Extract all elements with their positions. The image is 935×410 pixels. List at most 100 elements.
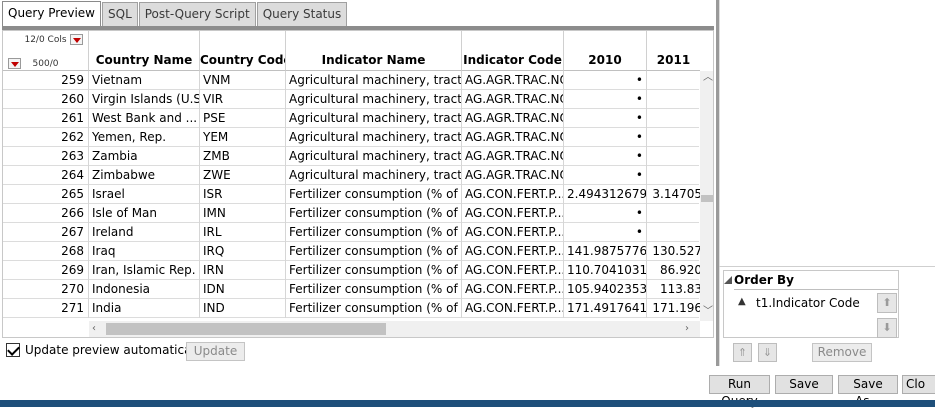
tab-sql[interactable]: SQL [102,2,138,26]
ascending-sort-icon[interactable]: ▲ [738,296,746,307]
row-number: 268 [3,242,89,261]
order-by-item[interactable]: t1.Indicator Code [756,296,860,310]
row-number: 265 [3,185,89,204]
scroll-right-icon[interactable]: › [685,324,689,334]
column-header-2011[interactable]: 2011 [647,31,700,71]
rows-count-label: 500/0 [32,59,59,67]
tab-bar: Query Preview SQL Post-Query Script Quer… [2,1,348,27]
country-code-cell: IRL [200,223,286,242]
table-row[interactable]: 266 Isle of Man IMN Fertilizer consumption … [3,204,699,223]
preview-data-grid: 12/0 Cols 500/0 Country Name Country Cod… [2,30,714,338]
value-2010-cell: 141.9875776 [564,242,647,261]
country-code-cell: ZWE [200,166,286,185]
move-down-icon[interactable]: ⬇ [877,318,897,338]
indicator-code-cell: AG.AGR.TRAC.NO [462,166,564,185]
column-header-country-name[interactable]: Country Name [89,31,200,71]
table-row[interactable]: 261 West Bank and ... PSE Agricultural mach… [3,109,699,128]
indicator-code-cell: AG.CON.FERT.P... [462,280,564,299]
column-header-2010[interactable]: 2010 [564,31,647,71]
column-header-indicator-code[interactable]: Indicator Code [462,31,564,71]
vertical-scroll-thumb[interactable] [701,195,713,202]
value-2010-cell: 171.4917641 [564,299,647,318]
order-by-collapse-icon[interactable] [724,276,732,284]
country-name-cell: Isle of Man [89,204,200,223]
save-as-button[interactable]: Save As... [838,375,898,408]
sort-descending-icon[interactable]: ⇓ [758,343,777,362]
close-button[interactable]: Clo [902,375,935,394]
update-preview-checkbox[interactable] [6,343,20,357]
country-name-cell: Ireland [89,223,200,242]
vertical-scrollbar[interactable]: ︿ ﹀ [700,71,713,321]
value-2011-cell [647,128,702,147]
table-row[interactable]: 263 Zambia ZMB Agricultural machinery, trac… [3,147,699,166]
table-row[interactable]: 260 Virgin Islands (U.S.) VIR Agricultural … [3,90,699,109]
update-preview-label[interactable]: Update preview automatically [25,343,205,357]
table-row[interactable]: 270 Indonesia IDN Fertilizer consumption (%… [3,280,702,299]
country-code-cell: YEM [200,128,286,147]
horizontal-scrollbar[interactable]: ‹ › [89,321,700,337]
value-2010-cell: 2.494312679 [564,185,647,204]
value-2010-cell: • [564,166,647,185]
order-by-title: Order By [734,273,794,287]
country-code-cell: PSE [200,109,286,128]
update-button[interactable]: Update [186,342,245,361]
row-number: 264 [3,166,89,185]
country-name-cell: Zambia [89,147,200,166]
value-2011-cell [647,204,702,223]
right-panel-divider [719,266,935,267]
value-2010-cell: 110.7041031 [564,261,647,280]
table-row[interactable]: 259 Vietnam VNM Agricultural machinery, tra… [3,71,699,90]
column-header-country-code[interactable]: Country Code [200,31,286,71]
remove-button[interactable]: Remove [812,343,872,362]
save-button[interactable]: Save [775,375,833,394]
value-2010-cell: • [564,71,647,90]
scroll-up-icon[interactable]: ︿ [703,73,713,83]
value-2011-cell [647,147,702,166]
table-row[interactable]: 265 Israel ISR Fertilizer consumption (% of… [3,185,702,204]
country-name-cell: Indonesia [89,280,200,299]
indicator-name-cell: Fertilizer consumption (% of ... [286,280,462,299]
tab-post-query-script[interactable]: Post-Query Script [138,2,256,26]
indicator-name-cell: Agricultural machinery, tractors [286,128,462,147]
indicator-name-cell: Agricultural machinery, tractors [286,90,462,109]
indicator-name-cell: Fertilizer consumption (% of ... [286,242,462,261]
value-2010-cell: • [564,109,647,128]
tab-query-preview[interactable]: Query Preview [2,1,101,27]
table-row[interactable]: 268 Iraq IRQ Fertilizer consumption (% of .… [3,242,702,261]
table-row[interactable]: 262 Yemen, Rep. YEM Agricultural machinery,… [3,128,699,147]
tab-query-status[interactable]: Query Status [256,2,348,26]
country-code-cell: ISR [200,185,286,204]
run-query-button[interactable]: Run Query [709,375,770,408]
scroll-down-icon[interactable]: ﹀ [703,307,713,317]
row-number: 262 [3,128,89,147]
row-number: 263 [3,147,89,166]
row-number: 259 [3,71,89,90]
column-header-indicator-name[interactable]: Indicator Name [286,31,462,71]
value-2010-cell: 105.9402353 [564,280,647,299]
indicator-code-cell: AG.AGR.TRAC.NO [462,90,564,109]
table-row[interactable]: 269 Iran, Islamic Rep. IRN Fertilizer consu… [3,261,702,280]
value-2010-cell: • [564,147,647,166]
country-name-cell: Vietnam [89,71,200,90]
horizontal-scroll-thumb[interactable] [106,323,386,335]
indicator-name-cell: Fertilizer consumption (% of ... [286,223,462,242]
country-name-cell: Zimbabwe [89,166,200,185]
cols-menu-icon[interactable] [70,34,83,45]
sort-ascending-icon[interactable]: ⇑ [733,343,752,362]
move-up-icon[interactable]: ⬆ [877,293,897,313]
country-code-cell: IRQ [200,242,286,261]
table-row[interactable]: 267 Ireland IRL Fertilizer consumption (% o… [3,223,699,242]
panel-splitter-edge [719,0,720,366]
indicator-code-cell: AG.AGR.TRAC.NO [462,128,564,147]
indicator-name-cell: Fertilizer consumption (% of ... [286,204,462,223]
table-row[interactable]: 264 Zimbabwe ZWE Agricultural machinery, tr… [3,166,699,185]
country-code-cell: IMN [200,204,286,223]
table-row[interactable]: 271 India IND Fertilizer consumption (% of … [3,299,702,318]
value-2011-cell [647,90,702,109]
country-name-cell: Virgin Islands (U.S.) [89,90,200,109]
row-number: 266 [3,204,89,223]
indicator-code-cell: AG.AGR.TRAC.NO [462,147,564,166]
row-number: 271 [3,299,89,318]
scroll-left-icon[interactable]: ‹ [92,324,96,334]
indicator-code-cell: AG.CON.FERT.P... [462,223,564,242]
